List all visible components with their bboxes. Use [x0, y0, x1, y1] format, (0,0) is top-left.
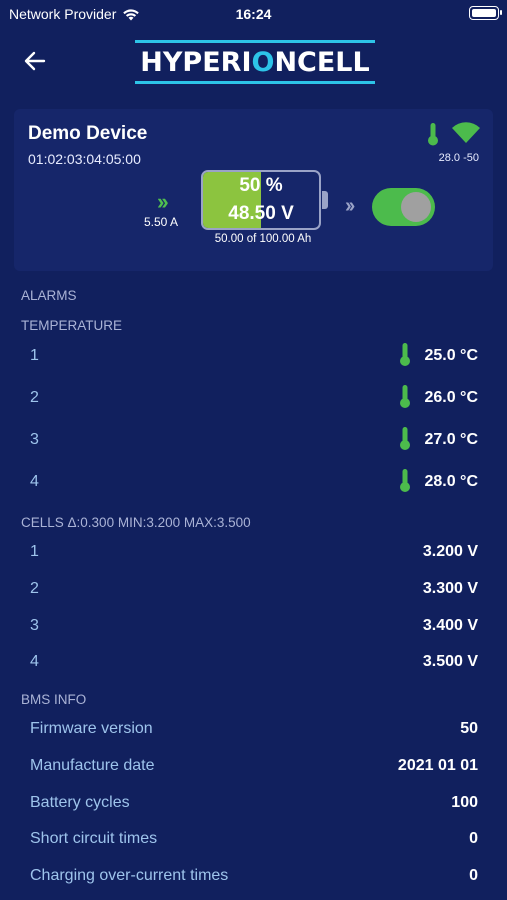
bms-value: 100	[451, 794, 478, 811]
bms-row: Charging over-current times 0	[0, 861, 507, 891]
bms-value: 0	[469, 830, 478, 847]
temperature-header: TEMPERATURE	[21, 318, 123, 333]
temperature-row: 1 25.0 °C	[0, 341, 507, 371]
cell-row: 1 3.200 V	[0, 537, 507, 567]
cells-header: CELLS Δ:0.300 MIN:3.200 MAX:3.500	[21, 515, 251, 530]
temperature-index: 4	[30, 473, 39, 490]
temperature-index: 2	[30, 389, 39, 406]
cell-voltage: 3.200 V	[422, 543, 478, 560]
alarms-header: ALARMS	[21, 288, 77, 303]
status-bar: Network Provider 16:24	[0, 0, 507, 28]
temperature-index: 3	[30, 431, 39, 448]
wifi-icon	[452, 122, 480, 143]
temperature-row: 3 27.0 °C	[0, 425, 507, 455]
current-flow-icon: ››	[157, 189, 169, 214]
device-card[interactable]: Demo Device 01:02:03:04:05:00 28.0 -50 ›…	[14, 109, 493, 271]
brand-logo: HYPERI O NCELL	[135, 40, 375, 84]
device-mac: 01:02:03:04:05:00	[28, 151, 141, 167]
switch-knob	[401, 192, 431, 222]
power-switch[interactable]	[372, 188, 435, 226]
bms-value: 50	[460, 720, 478, 737]
cell-voltage: 3.300 V	[422, 580, 478, 597]
app-header: HYPERI O NCELL	[0, 36, 507, 86]
thermometer-icon	[400, 343, 410, 366]
cell-index: 3	[30, 617, 39, 634]
bms-info-header: BMS INFO	[21, 692, 87, 707]
thermometer-icon	[428, 123, 438, 146]
bms-row: Battery cycles 100	[0, 788, 507, 818]
cell-index: 1	[30, 543, 39, 560]
thermometer-icon	[400, 385, 410, 408]
temperature-index: 1	[30, 347, 39, 364]
battery-voltage: 48.50 V	[228, 203, 294, 224]
cell-row: 4 3.500 V	[0, 647, 507, 677]
thermometer-icon	[400, 469, 410, 492]
back-arrow-icon[interactable]	[22, 48, 48, 74]
cell-voltage: 3.400 V	[422, 617, 478, 634]
bms-value: 2021 01 01	[397, 757, 478, 774]
temperature-row: 2 26.0 °C	[0, 383, 507, 413]
cell-row: 2 3.300 V	[0, 574, 507, 604]
logo-power-glyph: O	[251, 46, 275, 78]
bms-row: Short circuit times 0	[0, 824, 507, 854]
temperature-value: 25.0 °C	[424, 347, 478, 364]
device-name: Demo Device	[28, 123, 148, 144]
logo-text-right: NCELL	[274, 46, 370, 78]
current-value: 5.50 A	[144, 215, 179, 229]
temperature-value: 27.0 °C	[424, 431, 478, 448]
bms-row: Firmware version 50	[0, 714, 507, 744]
bms-label: Firmware version	[30, 720, 153, 737]
logo-text-left: HYPERI	[140, 46, 252, 78]
temperature-row: 4 28.0 °C	[0, 467, 507, 497]
temperature-value: 28.0 °C	[424, 473, 478, 490]
bms-value: 0	[469, 867, 478, 884]
cell-row: 3 3.400 V	[0, 611, 507, 641]
output-flow-icon: ››	[345, 195, 355, 217]
battery-tip	[322, 191, 328, 209]
cell-index: 2	[30, 580, 39, 597]
thermometer-icon	[400, 427, 410, 450]
cell-voltage: 3.500 V	[422, 653, 478, 670]
battery-capacity: 50.00 of 100.00 Ah	[214, 233, 312, 245]
bms-row: Manufacture date 2021 01 01	[0, 751, 507, 781]
temperature-value: 26.0 °C	[424, 389, 478, 406]
cell-index: 4	[30, 653, 39, 670]
system-battery-icon	[469, 6, 502, 20]
bms-label: Short circuit times	[30, 830, 158, 847]
clock: 16:24	[235, 6, 272, 22]
battery-percent: 50 %	[239, 175, 283, 196]
bms-label: Charging over-current times	[30, 867, 229, 884]
temp-signal-readout: 28.0 -50	[438, 152, 479, 164]
bms-label: Manufacture date	[30, 757, 155, 774]
bms-label: Battery cycles	[30, 794, 130, 811]
